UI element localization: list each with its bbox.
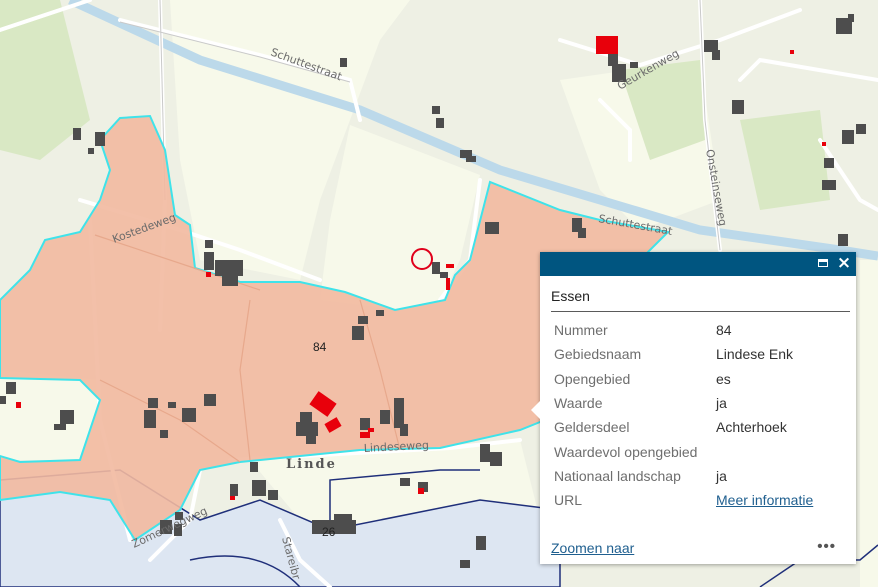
attribute-key: Opengebied [554, 370, 631, 387]
attribute-value: Lindese Enk [716, 346, 794, 363]
plot-number-label: 26 [322, 525, 336, 539]
attribute-key: URL [554, 492, 583, 509]
attribute-value: 84 [716, 322, 732, 339]
attribute-key: Nationaal landschap [554, 467, 681, 484]
attribute-value [712, 439, 813, 463]
attribute-key: Waarde [554, 395, 603, 412]
more-options-icon[interactable]: ••• [817, 538, 836, 555]
attribute-value: Achterhoek [716, 419, 787, 436]
attribute-value: ja [716, 395, 727, 412]
attribute-row: Waardevol opengebied [550, 439, 813, 463]
attribute-value: Meer informatie [712, 488, 813, 512]
attribute-table: Nummer 84 Gebiedsnaam Lindese Enk Opengebied… [550, 318, 813, 512]
attribute-row: Nationaal landschap ja [550, 464, 813, 488]
popup-titlebar: × [540, 252, 856, 276]
place-name-label: Linde [286, 457, 337, 472]
popup-pointer [531, 400, 541, 420]
attribute-row: Nummer 84 [550, 318, 813, 342]
zoom-to-link[interactable]: Zoomen naar [551, 540, 634, 556]
feature-popup: × Essen Nummer 84 Gebiedsnaam Lindese Enk Op… [531, 252, 856, 564]
attribute-row: Gebiedsnaam Lindese Enk [550, 342, 813, 366]
attribute-row: Opengebied es [550, 367, 813, 391]
maximize-icon[interactable] [816, 256, 832, 272]
popup-footer: Zoomen naar ••• [551, 538, 836, 556]
attribute-key: Waardevol opengebied [554, 443, 698, 460]
attribute-key: Nummer [554, 322, 608, 339]
plot-number-label: 84 [313, 340, 327, 354]
attribute-row: Geldersdeel Achterhoek [550, 415, 813, 439]
popup-title: Essen [551, 288, 850, 312]
attribute-row: Waarde ja [550, 391, 813, 415]
close-icon[interactable]: × [836, 255, 852, 272]
attribute-row: URL Meer informatie [550, 488, 813, 512]
more-info-link[interactable]: Meer informatie [716, 492, 813, 508]
attribute-value: es [716, 370, 731, 387]
attribute-key: Gebiedsnaam [554, 346, 642, 363]
attribute-value: ja [716, 467, 727, 484]
attribute-key: Geldersdeel [554, 419, 630, 436]
